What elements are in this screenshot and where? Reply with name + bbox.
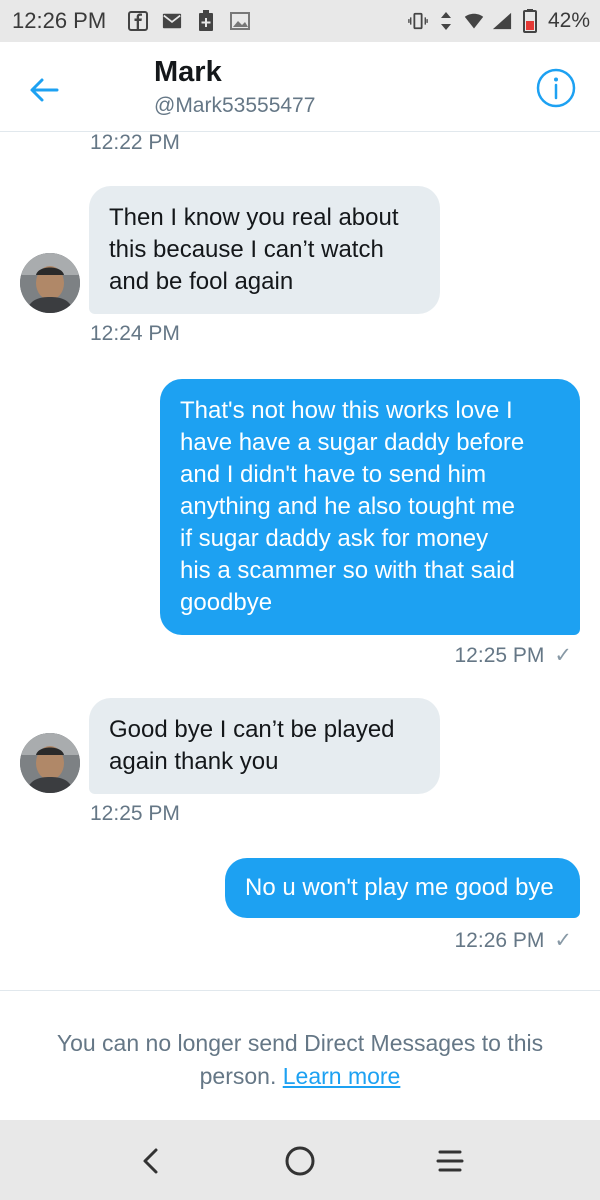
- avatar[interactable]: [20, 733, 80, 793]
- back-arrow-icon: [30, 78, 59, 102]
- message-timestamp: 12:25 PM ✓: [454, 644, 573, 667]
- message-bubble-outgoing[interactable]: No u won't play me good bye: [225, 858, 580, 918]
- read-check-icon: ✓: [554, 929, 572, 952]
- dm-disabled-notice: You can no longer send Direct Messages t…: [0, 990, 600, 1120]
- image-icon: [230, 11, 251, 31]
- battery-percent: 42%: [547, 9, 590, 32]
- facebook-icon: [128, 11, 149, 31]
- chevron-left-icon: [143, 1148, 158, 1174]
- contact-handle: @Mark53555477: [154, 94, 316, 117]
- message-timestamp: 12:24 PM: [90, 322, 180, 345]
- battery-icon: [520, 9, 540, 33]
- signal-icon: [492, 11, 512, 31]
- message-timestamp: 12:22 PM: [90, 131, 180, 154]
- system-nav-bar: [0, 1120, 600, 1200]
- data-arrows-icon: [436, 11, 456, 31]
- vibrate-icon: [408, 11, 428, 31]
- learn-more-link[interactable]: Learn more: [283, 1063, 401, 1089]
- info-icon: [536, 68, 576, 108]
- nav-back-button[interactable]: [126, 1136, 176, 1186]
- plus-badge-icon: [196, 10, 216, 31]
- status-bar: 12:26 PM 42%: [0, 0, 600, 42]
- system-status-icons: 42%: [408, 0, 590, 42]
- read-check-icon: ✓: [554, 644, 572, 667]
- notification-icons: [128, 10, 251, 31]
- mail-icon: [162, 11, 182, 31]
- nav-home-button[interactable]: [275, 1136, 325, 1186]
- contact-name: Mark: [154, 56, 222, 88]
- back-button[interactable]: [24, 70, 64, 110]
- info-button[interactable]: [534, 66, 578, 110]
- message-bubble-incoming[interactable]: Good bye I can’t be played again thank y…: [89, 698, 440, 794]
- message-bubble-incoming[interactable]: Then I know you real about this because …: [89, 186, 440, 314]
- menu-lines-icon: [436, 1150, 464, 1172]
- message-timestamp: 12:26 PM ✓: [454, 929, 573, 952]
- wifi-icon: [464, 11, 484, 31]
- status-time: 12:26 PM: [12, 8, 107, 33]
- conversation-header: Mark @Mark53555477: [0, 42, 600, 132]
- message-bubble-outgoing[interactable]: That's not how this works love I have ha…: [160, 379, 580, 635]
- home-circle-icon: [285, 1146, 315, 1176]
- message-timestamp: 12:25 PM: [90, 802, 180, 825]
- nav-menu-button[interactable]: [425, 1136, 475, 1186]
- avatar[interactable]: [20, 253, 80, 313]
